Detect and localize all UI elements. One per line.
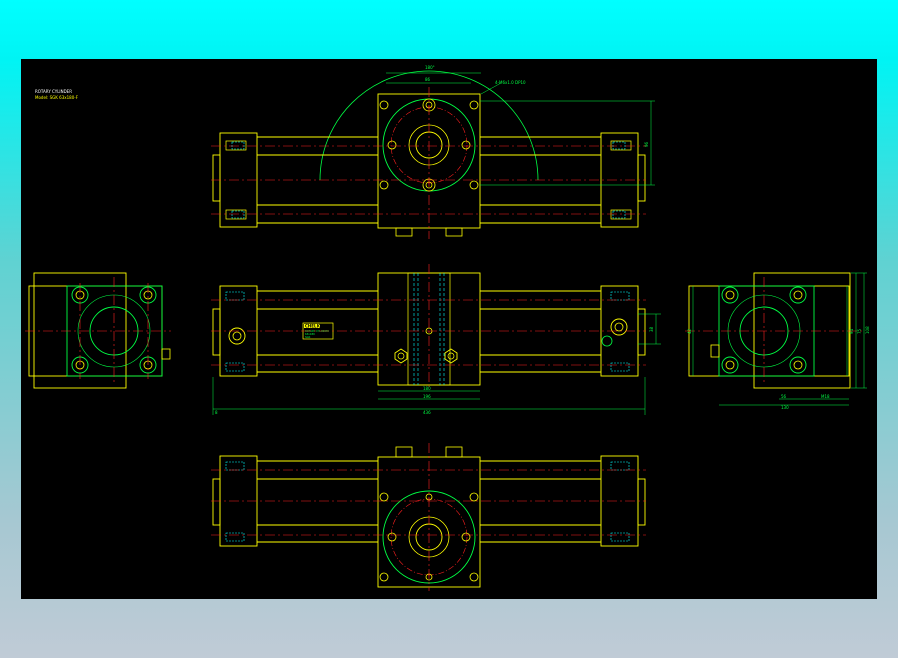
nameplate-line-3: SGK [305,335,311,339]
dim-left-a: 8 [215,410,218,415]
dim-right-h1: 75 [857,328,862,334]
dim-right-h3: 108 [865,326,870,334]
dim-right-b3: 130 [781,405,789,410]
dim-top-block: 86 [425,77,431,82]
dim-top-right: 96 [644,141,649,147]
cad-drawing: ROTARY CYLINDER Model: SGK 63x180-F 180°… [25,65,870,591]
top-view: 180° 86 4-M6x1.0 DP10 96 [211,65,655,239]
nameplate-brand: CHELIC [305,324,321,329]
right-side-view: 75 94 108 42 56 M18 130 [685,272,870,410]
dim-right-b1: 56 [781,394,787,399]
cad-drawing-canvas[interactable]: ROTARY CYLINDER Model: SGK 63x180-F 180°… [21,59,877,599]
dim-right-h2: 94 [849,328,854,334]
dim-right-v1: 42 [687,328,692,334]
dim-right-b2: M18 [821,394,830,399]
title-line-1: ROTARY CYLINDER [35,89,72,94]
dim-mid-bottom1: 196 [423,394,431,399]
dim-mid-inner: 180 [423,386,431,391]
dim-mid-bottom2: 436 [423,410,431,415]
left-side-view [25,272,171,389]
bottom-view [211,443,646,591]
dim-top-arc: 180° [425,65,435,70]
front-view: CHELIC ROTARY CYLINDER 63x180 SGK 180 19… [211,264,661,415]
title-line-2: Model: SGK 63x180-F [35,95,79,100]
dim-top-callout: 4-M6x1.0 DP10 [495,80,526,85]
dim-mid-right: 38 [649,326,654,332]
